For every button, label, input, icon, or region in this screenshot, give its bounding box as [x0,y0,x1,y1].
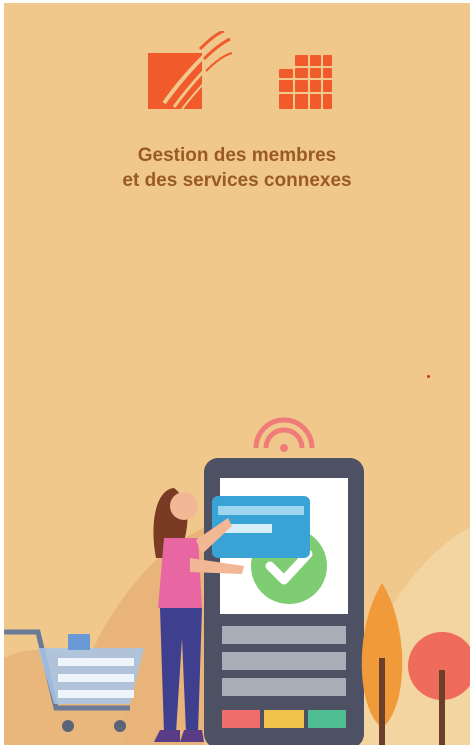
title-line-1: Gestion des membres [137,145,337,166]
brand-logos [4,29,470,121]
payment-illustration [4,408,470,745]
contactless-signal-icon [253,417,315,452]
title-line-2: et des services connexes [122,170,352,191]
grid-building-logo-icon [279,55,332,109]
app-screen: Gestion des membres et des services conn… [4,3,470,745]
page-title: Gestion des membres et des services conn… [4,143,470,193]
decorative-dot [427,375,430,378]
swoosh-square-logo-icon [148,29,233,110]
